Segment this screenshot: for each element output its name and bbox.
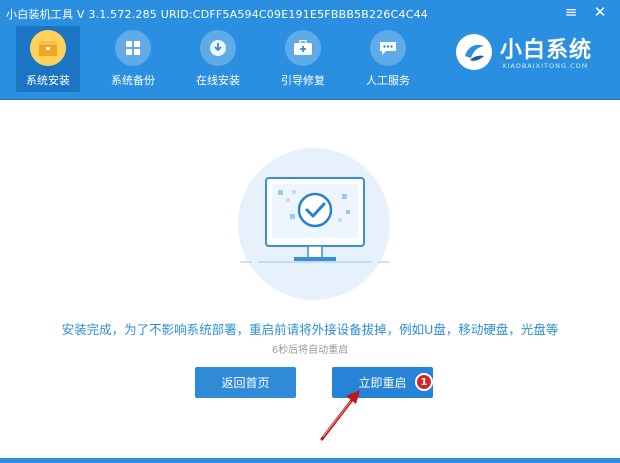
monitor-check-icon (240, 177, 390, 263)
title-bar: 小白装机工具 V 3.1.572.285 URID:CDFF5A594C09E1… (0, 0, 620, 100)
nav-item-system-backup[interactable]: 系统备份 (101, 26, 165, 92)
window-title: 小白装机工具 V 3.1.572.285 URID:CDFF5A594C09E1… (6, 8, 428, 21)
completion-message: 安装完成，为了不影响系统部署，重启前请将外接设备拔掉，例如U盘，移动硬盘，光盘等 (61, 322, 559, 337)
chat-icon (370, 30, 406, 66)
nav-label-boot-repair: 引导修复 (281, 74, 325, 87)
brand-name: 小白系统 (500, 38, 593, 63)
countdown-text: 6秒后将自动重启 (271, 345, 349, 356)
brand-logo-icon (456, 34, 492, 70)
nav-label-online-install: 在线安装 (196, 74, 240, 87)
box-icon (30, 30, 66, 66)
close-icon[interactable]: ✕ (590, 3, 610, 21)
nav-label-system-install: 系统安装 (26, 74, 70, 87)
nav-label-manual-service: 人工服务 (366, 74, 410, 87)
nav-item-system-install[interactable]: 系统安装 (16, 26, 80, 92)
nav-label-system-backup: 系统备份 (111, 74, 155, 87)
step-badge: 1 (415, 373, 433, 391)
annotation-arrow-icon (320, 390, 360, 441)
nav-item-manual-service[interactable]: 人工服务 (356, 26, 420, 92)
download-icon (200, 30, 236, 66)
bottom-border (0, 458, 620, 463)
windows-icon (115, 30, 151, 66)
nav-item-online-install[interactable]: 在线安装 (186, 26, 250, 92)
menu-icon[interactable]: ≡ (561, 3, 581, 21)
nav-item-boot-repair[interactable]: 引导修复 (271, 26, 335, 92)
brand-subtitle: XIAOBAIXITONG.COM (502, 62, 589, 70)
return-home-button[interactable]: 返回首页 (195, 367, 296, 398)
medkit-icon (285, 30, 321, 66)
